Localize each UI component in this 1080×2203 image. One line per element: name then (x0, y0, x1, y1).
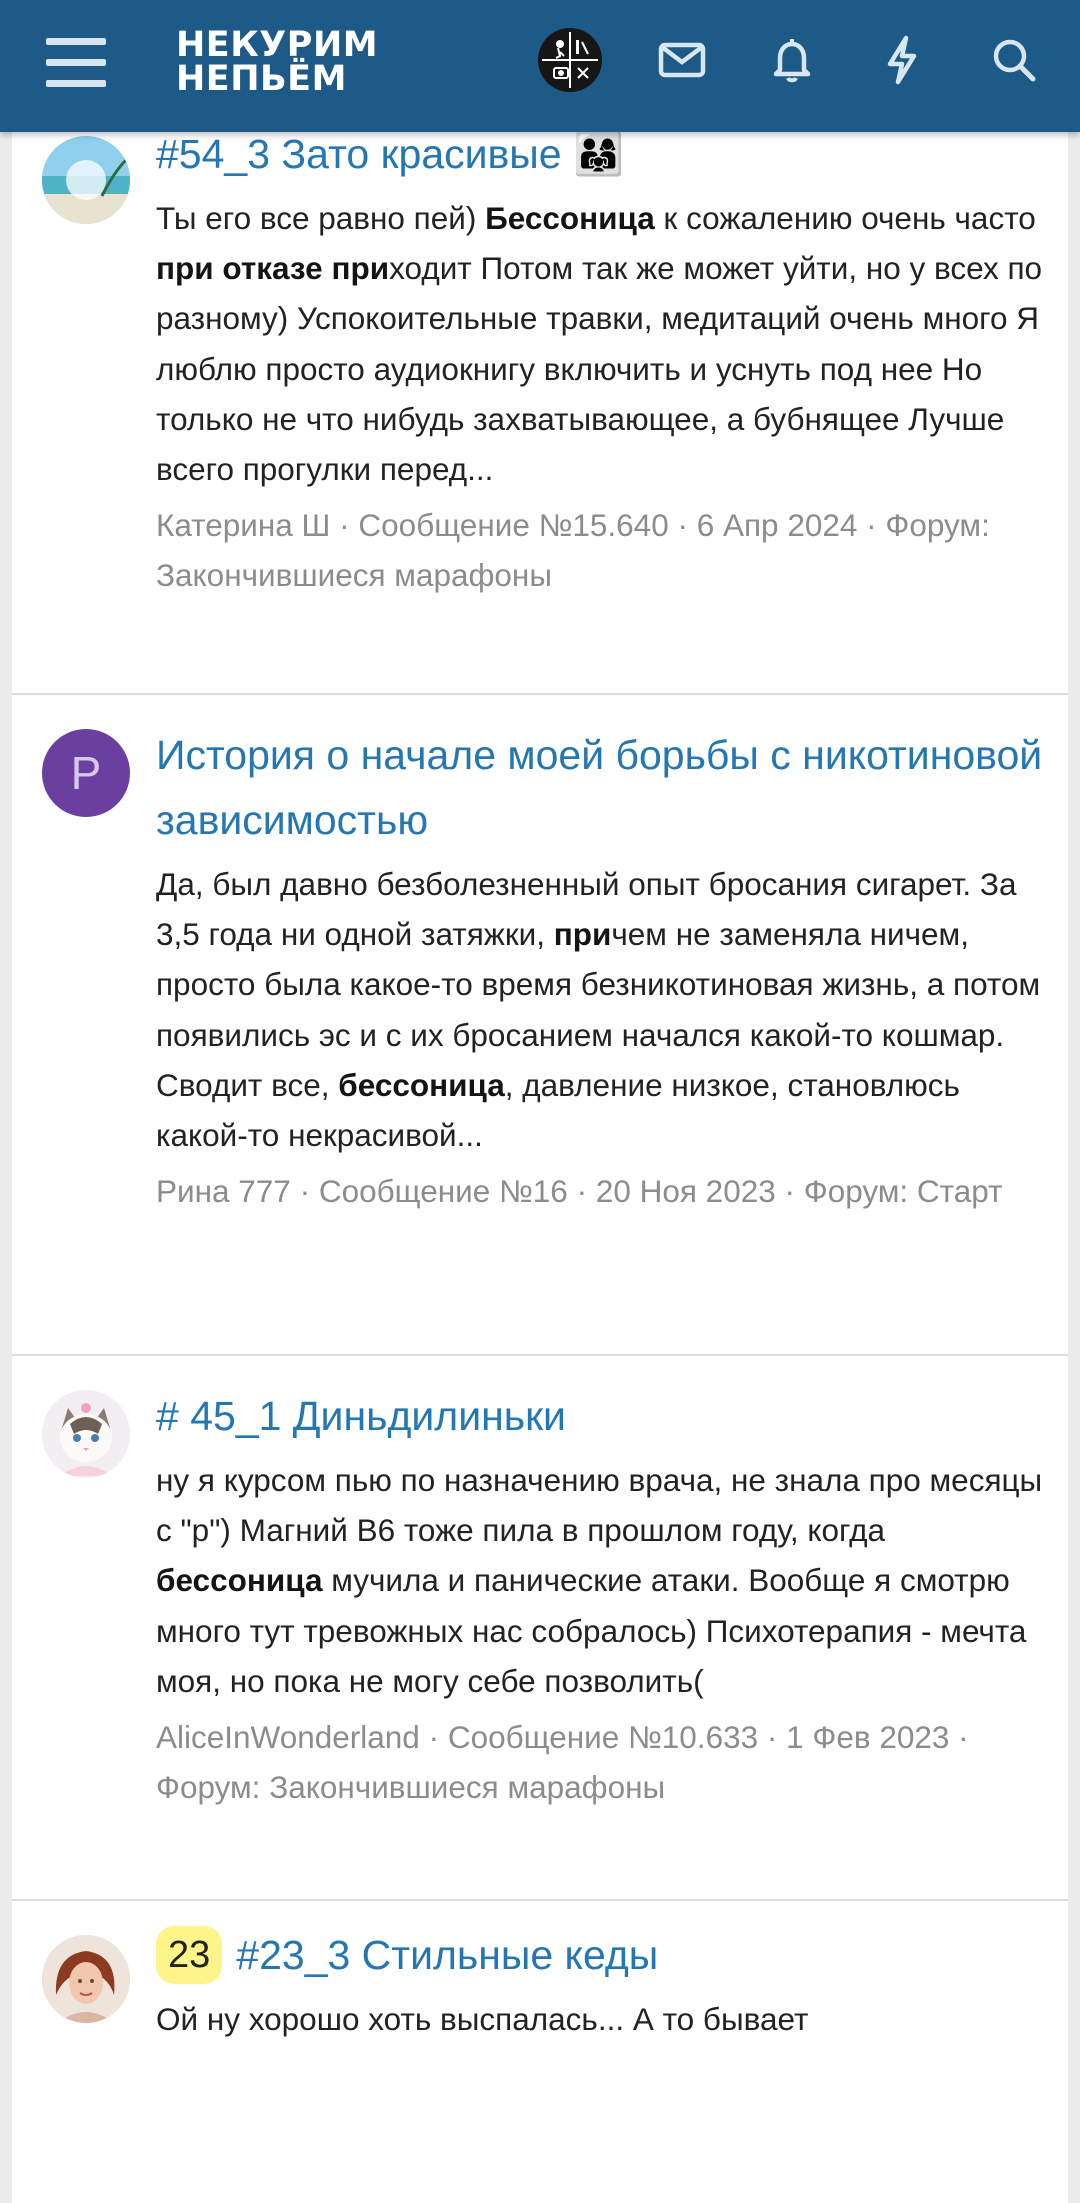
post-meta[interactable]: Катерина Ш · Сообщение №15.640 · 6 Апр 2… (156, 500, 1046, 600)
list-item[interactable]: Р История о начале моей борьбы с никотин… (12, 697, 1068, 1356)
thread-title[interactable]: # 45_1 Диньдилиньки (156, 1384, 1046, 1449)
post-meta[interactable]: Рина 777 · Сообщение №16 · 20 Ноя 2023 ·… (156, 1166, 1046, 1216)
thread-title[interactable]: 23 #23_3 Стильные кеды (156, 1923, 1046, 1988)
avatar[interactable] (42, 1935, 130, 2023)
post-snippet: Да, был давно безболезненный опыт бросан… (156, 866, 1041, 1154)
logo-line-2: НЕПЬЁМ (176, 59, 347, 99)
list-item[interactable]: 23 #23_3 Стильные кеды Ой ну хорошо хоть … (12, 1903, 1068, 2203)
post-snippet: ну я курсом пью по назначению врача, не … (156, 1462, 1043, 1699)
top-bar: НЕКУРИМ НЕПЬЁМ (0, 0, 1080, 132)
search-icon[interactable] (984, 30, 1044, 90)
mail-icon[interactable] (652, 30, 712, 90)
thread-title[interactable]: История о начале моей борьбы с никотинов… (156, 723, 1046, 853)
list-item[interactable]: #54_3 Зато красивые 👨‍👩‍👧 Ты его все рав… (12, 131, 1068, 695)
logo-line-1: НЕКУРИМ (176, 25, 379, 65)
search-results-list: #54_3 Зато красивые 👨‍👩‍👧 Ты его все рав… (12, 131, 1068, 2203)
user-avatar[interactable] (538, 28, 602, 92)
thread-prefix-badge: 23 (156, 1926, 223, 1984)
bolt-icon[interactable] (872, 30, 932, 90)
post-snippet: Ты его все равно пей) Бессоница к сожале… (156, 200, 1043, 488)
post-snippet: Ой ну хорошо хоть выспалась... А то быва… (156, 2001, 809, 2037)
site-logo[interactable]: НЕКУРИМ НЕПЬЁМ (176, 25, 416, 99)
avatar[interactable] (42, 136, 130, 224)
bell-icon[interactable] (762, 30, 822, 90)
avatar[interactable] (42, 1390, 130, 1478)
post-meta[interactable]: AliceInWonderland · Сообщение №10.633 · … (156, 1712, 1046, 1812)
list-item[interactable]: # 45_1 Диньдилиньки ну я курсом пью по н… (12, 1358, 1068, 1901)
avatar[interactable]: Р (42, 729, 130, 817)
menu-icon[interactable] (46, 38, 106, 88)
